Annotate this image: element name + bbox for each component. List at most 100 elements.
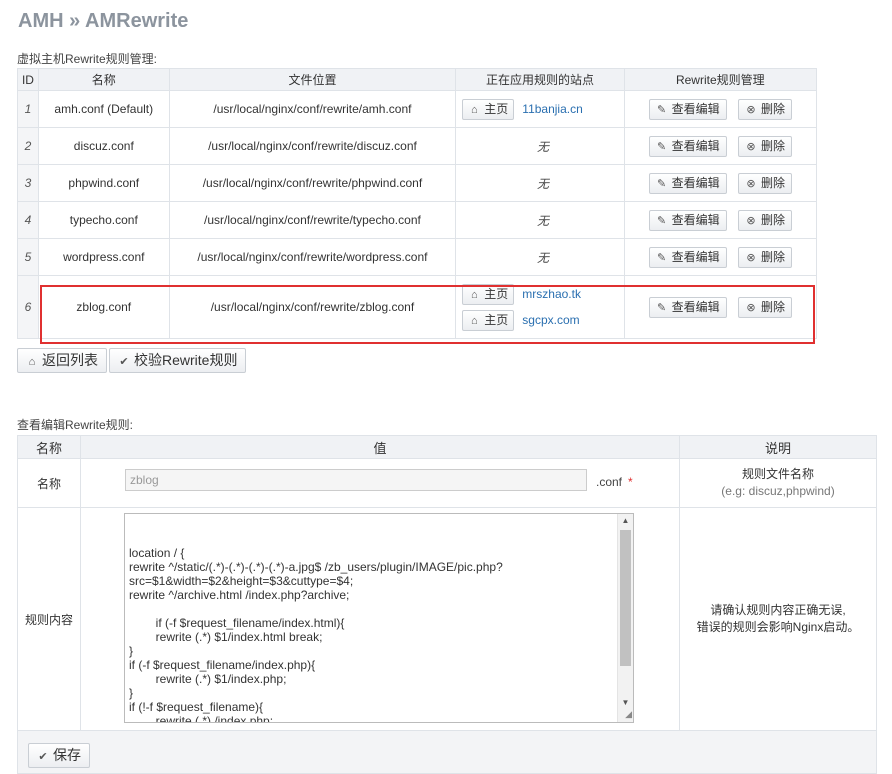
col-id: ID — [17, 68, 39, 91]
scroll-up-arrow-icon[interactable]: ▲ — [618, 514, 633, 528]
site-entry: ⌂ 主页 mrszhao.tk — [462, 281, 623, 307]
edit-label: 查看编辑 — [671, 175, 720, 190]
rule-path: /usr/local/nginx/conf/rewrite/zblog.conf — [168, 275, 457, 339]
edit-button[interactable]: ✎ 查看编辑 — [648, 296, 727, 318]
applied-sites: ⌂ 主页 11banjia.cn — [455, 90, 625, 128]
col-sites: 正在应用规则的站点 — [455, 68, 625, 91]
save-row: ✔ 保存 — [17, 730, 877, 774]
col-name: 名称 — [17, 435, 81, 459]
site-entry: ⌂ 主页 sgcpx.com — [462, 307, 623, 333]
rule-path: /usr/local/nginx/conf/rewrite/amh.conf — [168, 90, 457, 128]
conf-suffix-text: .conf — [596, 475, 623, 489]
site-home-button[interactable]: ⌂ 主页 — [462, 310, 515, 332]
name-label: 名称 — [17, 458, 81, 508]
textarea-scrollbar[interactable]: ▲ ▼ — [617, 514, 633, 722]
name-hint: 规则文件名称 — [741, 467, 814, 481]
delete-label: 删除 — [760, 101, 785, 116]
delete-label: 删除 — [760, 138, 785, 153]
rule-management: ✎ 查看编辑 ⊗ 删除 — [623, 201, 818, 239]
table-row: 5 wordpress.conf /usr/local/nginx/conf/r… — [17, 238, 818, 276]
back-label: 返回列表 — [42, 352, 98, 368]
no-sites-text: 无 — [536, 250, 549, 265]
applied-sites: 无 — [455, 164, 625, 202]
delete-button[interactable]: ⊗ 删除 — [737, 135, 792, 157]
site-home-button[interactable]: ⌂ 主页 — [462, 99, 515, 121]
rules-caption: 虚拟主机Rewrite规则管理: — [17, 52, 158, 66]
rule-name: zblog.conf — [37, 275, 170, 339]
site-link[interactable]: mrszhao.tk — [522, 287, 581, 301]
delete-label: 删除 — [760, 175, 785, 190]
row-id: 6 — [17, 275, 39, 339]
edit-button[interactable]: ✎ 查看编辑 — [648, 209, 727, 231]
home-icon: ⌂ — [470, 315, 478, 328]
edit-label: 查看编辑 — [671, 249, 720, 264]
applied-sites: 无 — [455, 127, 625, 165]
content-hint-cell: 请确认规则内容正确无误, 错误的规则会影响Nginx启动。 — [679, 507, 877, 731]
edit-label: 查看编辑 — [671, 212, 720, 227]
verify-label: 校验Rewrite规则 — [134, 352, 238, 368]
pencil-icon: ✎ — [657, 140, 667, 153]
rule-name-input[interactable] — [125, 469, 587, 491]
delete-button[interactable]: ⊗ 删除 — [737, 246, 792, 268]
name-hint-example: (e.g: discuz,phpwind) — [721, 484, 835, 498]
rule-name: typecho.conf — [37, 201, 170, 239]
rules-actions: ⌂ 返回列表 ✔ 校验Rewrite规则 — [17, 348, 248, 373]
delete-label: 删除 — [760, 212, 785, 227]
edit-button[interactable]: ✎ 查看编辑 — [648, 246, 727, 268]
pencil-icon: ✎ — [657, 214, 667, 227]
delete-button[interactable]: ⊗ 删除 — [737, 209, 792, 231]
row-id: 5 — [17, 238, 39, 276]
circle-x-icon: ⊗ — [746, 177, 756, 190]
row-id: 2 — [17, 127, 39, 165]
content-hint-line2: 错误的规则会影响Nginx启动。 — [696, 620, 860, 634]
rule-path: /usr/local/nginx/conf/rewrite/wordpress.… — [168, 238, 457, 276]
col-description: 说明 — [679, 435, 877, 459]
applied-sites: ⌂ 主页 mrszhao.tk ⌂ 主页 sgcpx.com — [455, 275, 625, 339]
save-button[interactable]: ✔ 保存 — [28, 743, 90, 768]
rule-path: /usr/local/nginx/conf/rewrite/typecho.co… — [168, 201, 457, 239]
rule-name: phpwind.conf — [37, 164, 170, 202]
table-header-row: ID 名称 文件位置 正在应用规则的站点 Rewrite规则管理 — [17, 68, 818, 91]
edit-label: 查看编辑 — [671, 138, 720, 153]
home-icon: ⌂ — [470, 104, 478, 117]
rule-path: /usr/local/nginx/conf/rewrite/phpwind.co… — [168, 164, 457, 202]
pencil-icon: ✎ — [657, 301, 667, 314]
required-mark: * — [628, 475, 633, 489]
table-row: 3 phpwind.conf /usr/local/nginx/conf/rew… — [17, 164, 818, 202]
col-path: 文件位置 — [168, 68, 457, 91]
rule-management: ✎ 查看编辑 ⊗ 删除 — [623, 90, 818, 128]
pencil-icon: ✎ — [657, 251, 667, 264]
check-icon: ✔ — [119, 356, 129, 368]
site-home-button[interactable]: ⌂ 主页 — [462, 284, 515, 306]
rule-content-textarea[interactable]: location / { rewrite ^/static/(.*)-(.*)-… — [124, 513, 634, 723]
delete-label: 删除 — [760, 299, 785, 314]
edit-button[interactable]: ✎ 查看编辑 — [648, 135, 727, 157]
verify-rewrite-button[interactable]: ✔ 校验Rewrite规则 — [109, 348, 247, 373]
site-link[interactable]: 11banjia.cn — [522, 102, 583, 116]
edit-button[interactable]: ✎ 查看编辑 — [648, 172, 727, 194]
applied-sites: 无 — [455, 238, 625, 276]
back-to-list-button[interactable]: ⌂ 返回列表 — [17, 348, 107, 373]
table-row: 2 discuz.conf /usr/local/nginx/conf/rewr… — [17, 127, 818, 165]
circle-x-icon: ⊗ — [746, 140, 756, 153]
scroll-thumb[interactable] — [620, 530, 631, 666]
table-row: 4 typecho.conf /usr/local/nginx/conf/rew… — [17, 201, 818, 239]
delete-button[interactable]: ⊗ 删除 — [737, 98, 792, 120]
row-id: 3 — [17, 164, 39, 202]
no-sites-text: 无 — [536, 176, 549, 191]
delete-button[interactable]: ⊗ 删除 — [737, 172, 792, 194]
pencil-icon: ✎ — [657, 177, 667, 190]
delete-button[interactable]: ⊗ 删除 — [737, 296, 792, 318]
content-hint-line1: 请确认规则内容正确无误, — [710, 603, 846, 617]
edit-button[interactable]: ✎ 查看编辑 — [648, 98, 727, 120]
name-hint-cell: 规则文件名称 (e.g: discuz,phpwind) — [679, 458, 877, 508]
site-link[interactable]: sgcpx.com — [522, 313, 579, 327]
save-label: 保存 — [53, 747, 81, 763]
resize-grip-icon[interactable]: ◢ — [625, 707, 632, 721]
rule-content-text: location / { rewrite ^/static/(.*)-(.*)-… — [129, 546, 503, 723]
home-icon: ⌂ — [28, 356, 36, 368]
rule-path: /usr/local/nginx/conf/rewrite/discuz.con… — [168, 127, 457, 165]
col-management: Rewrite规则管理 — [623, 68, 818, 91]
rule-management: ✎ 查看编辑 ⊗ 删除 — [623, 127, 818, 165]
applied-sites: 无 — [455, 201, 625, 239]
